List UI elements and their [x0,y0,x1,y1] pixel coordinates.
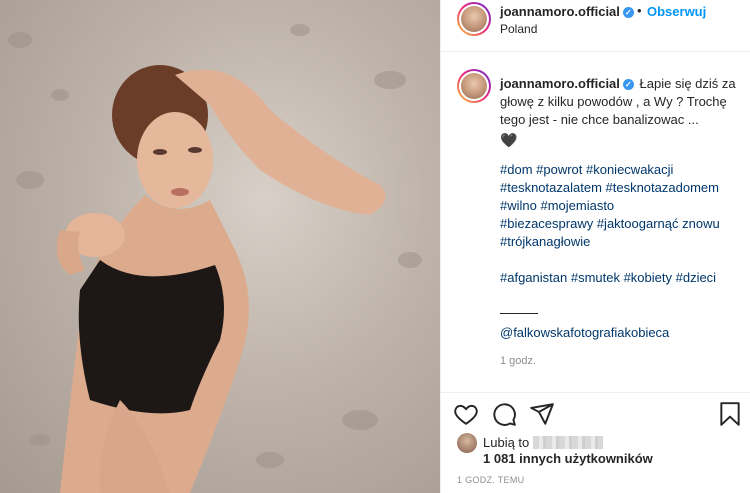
liked-by-text: Lubią to [483,435,604,450]
caption-time: 1 godz. [500,355,537,367]
author-username[interactable]: joannamoro.official ✓ [500,4,634,19]
verified-badge-icon: ✓ [622,7,634,18]
heart-outline-icon[interactable] [453,401,479,427]
post-actions: Lubią to 1 081 innych użytkowników 1 GOD… [441,392,750,493]
liked-by-label: Lubią to [483,435,530,450]
caption-divider [500,313,538,314]
hashtag-block: #dom #powrot #koniecwakacji #tesknotazal… [500,161,740,287]
hashtag-line-1[interactable]: #dom #powrot #koniecwakacji [500,161,740,179]
caption-username-text[interactable]: joannamoro.official [500,76,620,91]
others-likes-count[interactable]: 1 081 innych użytkowników [483,451,653,466]
caption-section: joannamoro.official ✓ Łapie się dziś za g… [441,52,750,392]
liker-avatar[interactable] [457,433,477,453]
hashtag-line-4[interactable]: #biezacesprawy #jaktoogarnąć [500,216,679,231]
author-avatar[interactable] [457,2,491,36]
photo-illustration [8,24,422,493]
post-header: joannamoro.official ✓ • Obserwuj Poland [441,0,750,52]
blurred-username [533,436,604,449]
bookmark-icon[interactable] [717,401,743,427]
plain-word: znowu [682,216,720,231]
author-username-text[interactable]: joannamoro.official [500,4,620,19]
caption-username[interactable]: joannamoro.official ✓ [500,76,634,91]
send-icon[interactable] [529,401,555,427]
caption-author-avatar[interactable] [457,69,491,103]
follow-button[interactable]: Obserwuj [647,4,706,19]
post-details-panel: joannamoro.official ✓ • Obserwuj Poland j… [440,0,750,493]
post-photo[interactable] [0,0,440,493]
hashtag-line-5[interactable]: #trójkanagłowie [500,233,740,251]
black-heart-emoji: 🖤 [500,132,518,148]
separator-dot: • [637,3,642,18]
post-location[interactable]: Poland [500,22,537,36]
hashtag-line-3[interactable]: #wilno #mojemiasto [500,197,740,215]
comment-icon[interactable] [491,401,517,427]
hashtag-line-2[interactable]: #tesknotazalatem #tesknotazadomem [500,179,740,197]
hashtag-line-6[interactable]: #afganistan #smutek #kobiety #dzieci [500,269,740,287]
photographer-mention[interactable]: @falkowskafotografiakobieca [500,324,740,342]
caption-text: joannamoro.official ✓ Łapie się dziś za g… [500,75,740,370]
post-timestamp[interactable]: 1 GODZ. TEMU [457,475,524,485]
verified-badge-icon: ✓ [622,79,634,90]
